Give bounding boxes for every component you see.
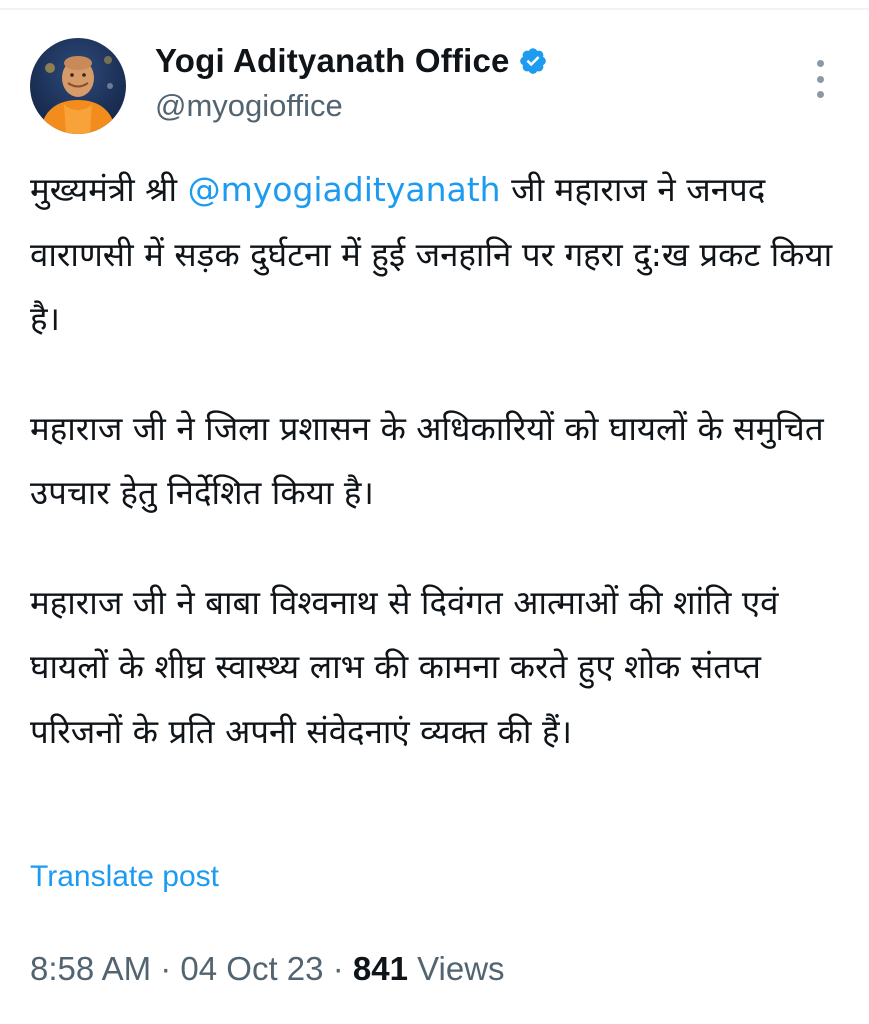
verified-badge-icon [519, 48, 546, 74]
more-options-icon[interactable] [808, 60, 832, 98]
post-time[interactable]: 8:58 AM [30, 950, 151, 987]
top-divider [0, 8, 869, 10]
avatar-photo-icon [40, 56, 116, 134]
meta-separator: · [160, 950, 172, 987]
meta-separator: · [332, 950, 344, 987]
author-name-row[interactable]: Yogi Adityanath Office [155, 42, 548, 80]
tweet-paragraph-3: महाराज जी ने बाबा विश्वनाथ से दिवंगत आत्… [30, 582, 779, 751]
author-handle[interactable]: @myogioffice [155, 88, 343, 124]
avatar[interactable] [30, 38, 126, 134]
views-label: Views [417, 950, 505, 987]
tweet-meta: 8:58 AM · 04 Oct 23 · 841 Views [30, 950, 505, 988]
views-count[interactable]: 841 [353, 950, 408, 987]
post-date[interactable]: 04 Oct 23 [180, 950, 323, 987]
display-name[interactable]: Yogi Adityanath Office [155, 42, 510, 80]
mention-link[interactable]: @myogiadityanath [188, 170, 501, 209]
translate-post-link[interactable]: Translate post [30, 860, 219, 894]
tweet-text: मुख्यमंत्री श्री @myogiadityanath जी महा… [30, 158, 850, 764]
paragraph-1-prefix: मुख्यमंत्री श्री [30, 170, 188, 209]
tweet-paragraph-1: मुख्यमंत्री श्री @myogiadityanath जी महा… [30, 158, 850, 352]
tweet-paragraph-2: महाराज जी ने जिला प्रशासन के अधिकारियों … [30, 408, 824, 513]
